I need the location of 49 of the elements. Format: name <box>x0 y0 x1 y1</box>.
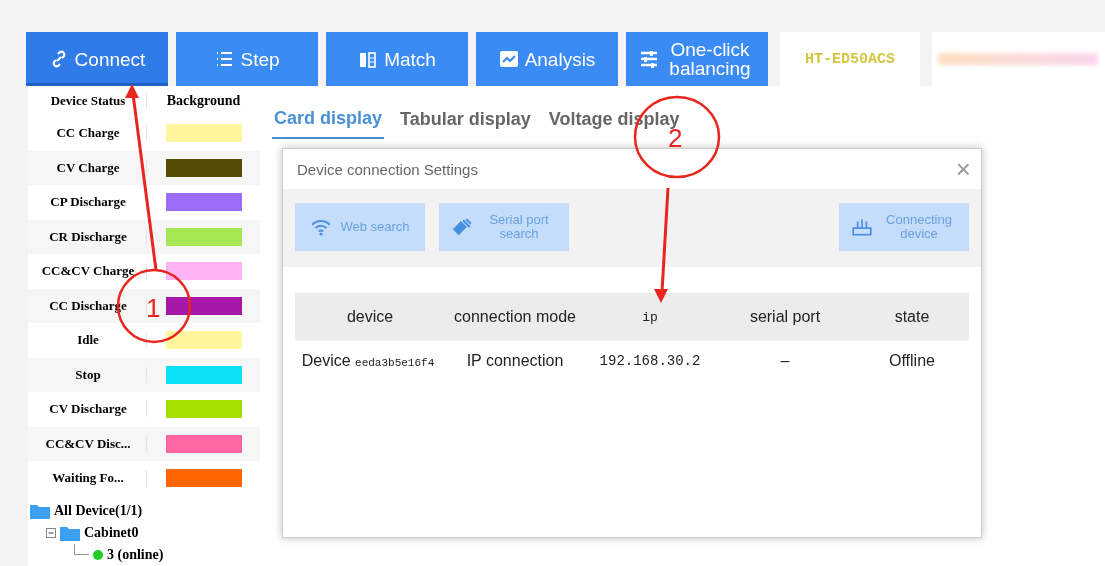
model-name: HT-ED50ACS <box>780 32 920 86</box>
sliders-icon <box>639 49 659 69</box>
table-cell-text: – <box>779 352 791 370</box>
dialog-button[interactable]: Web search <box>295 203 425 251</box>
tab[interactable]: Tabular display <box>398 106 533 139</box>
status-name: Waiting Fo... <box>28 470 147 487</box>
dialog-title: Device connection Settings <box>297 160 478 178</box>
table-cell-text: IP connection <box>465 352 565 370</box>
status-name: CV Charge <box>28 159 147 176</box>
device-id: eeda3b5e16f4 <box>355 357 435 369</box>
status-name: Idle <box>28 332 147 349</box>
chart-icon <box>498 49 519 69</box>
status-name: CC Charge <box>28 125 147 142</box>
status-name: CC&CV Charge <box>28 263 147 280</box>
close-button[interactable]: × <box>955 156 971 182</box>
tree-item[interactable]: Cabinet0 <box>84 524 139 541</box>
toolbar-button[interactable]: Analysis <box>476 32 618 86</box>
router-icon <box>851 218 873 236</box>
status-name: CP Discharge <box>28 194 147 211</box>
toolbar-button[interactable]: Match <box>326 32 468 86</box>
status-name: CV Discharge <box>28 401 147 418</box>
table-cell-text: 192.168.30.2 <box>598 353 702 369</box>
tree-item[interactable]: 3 (online) <box>107 546 164 563</box>
column-header: ip <box>641 309 659 325</box>
toolbar-button[interactable]: One-click balancing <box>626 32 768 86</box>
status-name: Stop <box>28 366 147 383</box>
folder-icon <box>60 524 80 541</box>
table-cell-text: Offline <box>888 352 936 370</box>
status-name: CR Discharge <box>28 228 147 245</box>
column-header: connection mode <box>453 308 577 326</box>
tree-item[interactable]: All Device(1/1) <box>54 502 143 519</box>
toolbar-button[interactable]: Step <box>176 32 318 86</box>
column-header: device <box>345 308 395 326</box>
annotation-number: 1 <box>146 293 161 323</box>
column-header: Background <box>165 93 242 109</box>
tab[interactable]: Card display <box>272 106 385 139</box>
collapse-icon[interactable] <box>46 527 56 538</box>
column-header: state <box>893 308 931 326</box>
toolbar-button[interactable]: Connect <box>26 32 168 86</box>
dialog-button[interactable]: Serial port search <box>439 203 569 251</box>
status-name: CC&CV Disc... <box>28 435 147 452</box>
plug-icon <box>451 218 473 236</box>
wifi-icon <box>310 218 333 236</box>
dialog-button[interactable]: Connecting device <box>839 203 969 251</box>
column-header: serial port <box>748 308 822 326</box>
folder-icon <box>30 502 50 519</box>
table-cell: Device <box>301 352 351 369</box>
battery-icon <box>358 49 379 69</box>
list-icon <box>214 49 235 69</box>
